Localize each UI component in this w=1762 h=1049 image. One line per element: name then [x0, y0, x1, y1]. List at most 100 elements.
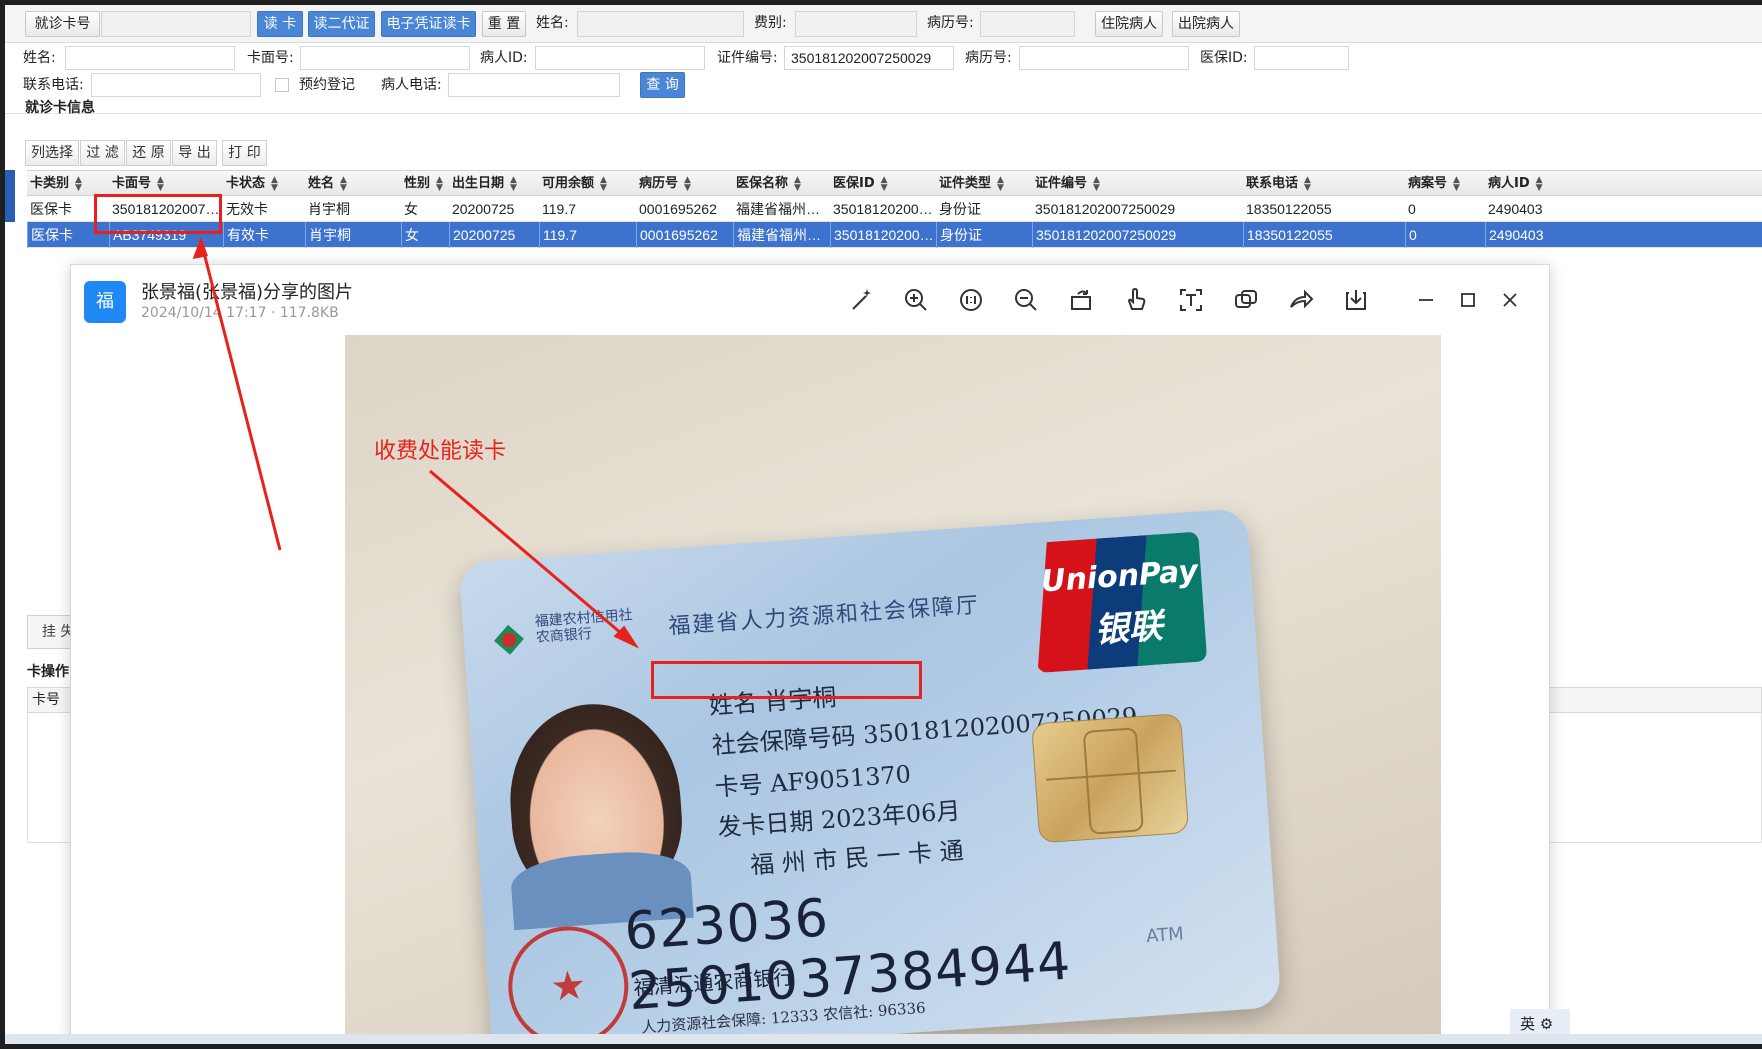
column-header[interactable]: 证件编号 ▲ ▼ — [1032, 171, 1243, 197]
table-cell: 0001695262 — [639, 201, 717, 217]
appointment-checkbox[interactable] — [275, 78, 289, 92]
column-header[interactable]: 可用余额 ▲ ▼ — [539, 171, 636, 197]
print-button[interactable]: 打 印 — [222, 140, 267, 166]
table-cell: 0001695262 — [636, 222, 733, 248]
column-header[interactable]: 病历号 ▲ ▼ — [636, 171, 733, 197]
patient-id-input[interactable] — [535, 46, 705, 70]
sort-icon[interactable]: ▲ ▼ — [75, 175, 82, 192]
reset-button[interactable]: 重 置 — [482, 11, 526, 37]
sort-icon[interactable]: ▲ ▼ — [600, 175, 607, 192]
sort-icon[interactable]: ▲ ▼ — [340, 175, 347, 192]
card-no-input[interactable] — [101, 11, 251, 37]
column-header[interactable]: 卡状态 ▲ ▼ — [223, 171, 305, 197]
column-header-label: 证件编号 — [1035, 176, 1088, 191]
sort-icon[interactable]: ▲ ▼ — [794, 175, 801, 192]
social-security-card: 福建农村信用社 农商银行 福建省人力资源和社会保障厅 UnionPay 银联 姓… — [458, 508, 1282, 1043]
column-header[interactable]: 病人ID ▲ ▼ — [1485, 171, 1565, 197]
sort-icon[interactable]: ▲ ▼ — [881, 175, 888, 192]
table-row-selected[interactable]: 医保卡 AB3749319 有效卡 肖宇桐女 20200725 119.7 00016952… — [27, 222, 1762, 248]
table-cell: 女 — [401, 222, 449, 248]
hand-icon[interactable] — [1121, 285, 1151, 315]
column-header[interactable]: 病案号 ▲ ▼ — [1405, 171, 1485, 197]
viewer-title: 张景福(张景福)分享的图片 — [141, 282, 354, 303]
export-button[interactable]: 导 出 — [172, 140, 217, 166]
table-cell: 0 — [1408, 201, 1416, 217]
table-cell: 18350122055 — [1246, 201, 1332, 217]
table-cell: 350181202007250029 — [1035, 201, 1176, 217]
sort-icon[interactable]: ▲ ▼ — [1536, 175, 1543, 192]
sort-icon[interactable]: ▲ ▼ — [1304, 175, 1311, 192]
grid-left-edge — [5, 170, 15, 222]
fee-label: 费别: — [754, 15, 787, 31]
filter-button[interactable]: 过 滤 — [80, 140, 125, 166]
sort-icon[interactable]: ▲ ▼ — [1453, 175, 1460, 192]
patient-phone-input[interactable] — [448, 73, 620, 97]
ime-text: 英 — [1520, 1015, 1536, 1033]
column-header[interactable]: 证件类型 ▲ ▼ — [936, 171, 1032, 197]
read-card-button[interactable]: 读 卡 — [257, 11, 303, 37]
read-ecard-button[interactable]: 电子凭证读卡 — [381, 11, 476, 37]
table-cell: 身份证 — [936, 222, 1032, 248]
search-form: 姓名: 卡面号: 病人ID: 证件编号: 350181202007250029 … — [5, 44, 1762, 114]
sort-icon[interactable]: ▲ ▼ — [1093, 175, 1100, 192]
table-row[interactable]: 医保卡350181202007250029无效卡肖宇桐女20200725119.… — [27, 196, 1762, 222]
query-button[interactable]: 查 询 — [640, 72, 685, 98]
rotate-icon[interactable] — [1066, 285, 1096, 315]
insurance-id-label: 医保ID: — [1200, 50, 1248, 66]
column-header[interactable]: 医保ID ▲ ▼ — [830, 171, 936, 197]
form-name-input[interactable] — [65, 46, 235, 70]
restore-button[interactable]: 还 原 — [126, 140, 171, 166]
sort-icon[interactable]: ▲ ▼ — [436, 175, 443, 192]
grid-header: 卡类别 ▲ ▼ 卡面号 ▲ ▼ 卡状态 ▲ ▼ 姓名 ▲ ▼ 性别 ▲ ▼ 出生日期 ▲ ▼ 可用余额 ▲ ▼ 病历号 ▲ ▼… — [27, 170, 1762, 196]
unionpay-cn: 银联 — [1093, 606, 1165, 651]
magic-icon[interactable] — [846, 285, 876, 315]
column-header-label: 病历号 — [639, 176, 679, 191]
sort-icon[interactable]: ▲ ▼ — [997, 175, 1004, 192]
table-cell: 有效卡 — [223, 222, 305, 248]
close-icon[interactable] — [1495, 285, 1525, 315]
phone-input[interactable] — [91, 73, 261, 97]
column-header-label: 可用余额 — [542, 176, 595, 191]
fee-select[interactable] — [795, 11, 917, 37]
sort-icon[interactable]: ▲ ▼ — [510, 175, 517, 192]
column-select-button[interactable]: 列选择 — [25, 140, 79, 166]
viewer-header: 福 张景福(张景福)分享的图片 2024/10/14 17:17 · 117.8… — [71, 265, 1549, 335]
column-header[interactable]: 性别 ▲ ▼ — [401, 171, 449, 197]
column-header[interactable]: 出生日期 ▲ ▼ — [449, 171, 539, 197]
form-record-input[interactable] — [1019, 46, 1189, 70]
app-window: 就诊卡号 读 卡 读二代证 电子凭证读卡 重 置 姓名: 费别: 病历号: 住院… — [5, 5, 1762, 1044]
download-icon[interactable] — [1341, 285, 1371, 315]
ocr-icon[interactable] — [1176, 285, 1206, 315]
annotation-note: 收费处能读卡 — [374, 439, 507, 464]
insurance-id-input[interactable] — [1254, 46, 1349, 70]
maximize-icon[interactable] — [1453, 285, 1483, 315]
actual-size-icon[interactable] — [956, 285, 986, 315]
card-face-input[interactable] — [300, 46, 470, 70]
id-no-input[interactable]: 350181202007250029 — [784, 46, 954, 70]
sort-icon[interactable]: ▲ ▼ — [271, 175, 278, 192]
name-input[interactable] — [577, 11, 744, 37]
read-id-button[interactable]: 读二代证 — [308, 11, 375, 37]
inpatient-button[interactable]: 住院病人 — [1095, 11, 1163, 37]
copy-icon[interactable] — [1231, 285, 1261, 315]
column-header[interactable]: 姓名 ▲ ▼ — [305, 171, 401, 197]
zoom-in-icon[interactable] — [901, 285, 931, 315]
zoom-out-icon[interactable] — [1011, 285, 1041, 315]
column-header-label: 联系电话 — [1246, 176, 1299, 191]
column-header[interactable]: 联系电话 ▲ ▼ — [1243, 171, 1405, 197]
column-header-label: 出生日期 — [452, 176, 505, 191]
record-input[interactable] — [980, 11, 1075, 37]
card-bank-text: 福建农村信用社 农商银行 — [534, 607, 634, 646]
card-grid: 卡类别 ▲ ▼ 卡面号 ▲ ▼ 卡状态 ▲ ▼ 姓名 ▲ ▼ 性别 ▲ ▼ 出生日期 ▲ ▼ 可用余额 ▲ ▼ 病历号 ▲ ▼… — [27, 170, 1762, 248]
sort-icon[interactable]: ▲ ▼ — [157, 175, 164, 192]
table-cell: 350181202007250029 — [1032, 222, 1243, 248]
highlight-card-number — [651, 661, 922, 699]
discharged-button[interactable]: 出院病人 — [1172, 11, 1240, 37]
column-header[interactable]: 医保名称 ▲ ▼ — [733, 171, 830, 197]
column-header-label: 医保名称 — [736, 176, 789, 191]
unionpay-logo: UnionPay 银联 — [1029, 531, 1208, 674]
sort-icon[interactable]: ▲ ▼ — [684, 175, 691, 192]
share-icon[interactable] — [1286, 285, 1316, 315]
minimize-icon[interactable] — [1411, 285, 1441, 315]
ime-settings-icon: ⚙ — [1539, 1015, 1554, 1033]
